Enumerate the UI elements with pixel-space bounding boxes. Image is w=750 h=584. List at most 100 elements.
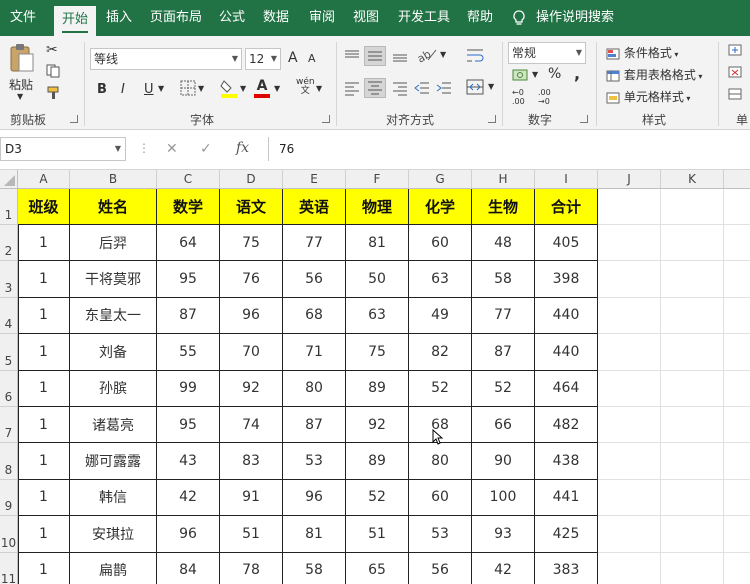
table-cell[interactable]: 438 [535,443,598,480]
table-header-cell[interactable]: 语文 [220,189,283,225]
table-cell[interactable]: 99 [157,370,220,407]
row-header-7[interactable]: 7 [0,407,18,444]
table-cell[interactable]: 440 [535,297,598,335]
number-format-dropdown[interactable]: 常规 ▼ [508,42,586,64]
table-cell[interactable]: 51 [220,516,283,553]
cut-icon[interactable]: ✂ [46,42,58,58]
table-cell[interactable]: 96 [157,516,220,553]
table-header-cell[interactable]: 英语 [283,189,346,225]
row-header-3[interactable]: 3 [0,261,18,298]
table-header-cell[interactable]: 物理 [346,189,409,225]
increase-font-size-button[interactable]: A [288,50,298,66]
font-name-dropdown[interactable]: 等线 ▼ [90,48,242,70]
column-header-j[interactable]: J [598,170,661,189]
table-cell[interactable]: 东皇太一 [70,297,157,335]
table-cell[interactable]: 100 [472,479,535,517]
bold-button[interactable]: B [97,82,107,97]
paste-button[interactable]: 粘贴 [9,76,33,93]
table-cell[interactable]: 425 [535,516,598,553]
table-cell[interactable]: 92 [220,370,283,407]
column-header-e[interactable]: E [283,170,346,189]
table-cell[interactable]: 75 [346,334,409,371]
column-header-a[interactable]: A [18,170,70,189]
row-header-11[interactable]: 11 [0,552,18,584]
table-cell[interactable]: 52 [472,370,535,407]
table-cell[interactable]: 76 [220,261,283,298]
copy-icon[interactable] [46,64,62,81]
table-cell[interactable]: 441 [535,479,598,517]
table-cell[interactable]: 1 [18,552,70,584]
table-cell[interactable]: 58 [472,261,535,298]
table-cell[interactable]: 90 [472,443,535,480]
align-center-icon[interactable] [364,78,386,98]
tell-me-search[interactable]: 操作说明搜索 [536,0,614,36]
column-header-c[interactable]: C [157,170,220,189]
table-cell[interactable]: 64 [157,225,220,262]
table-cell[interactable]: 93 [472,516,535,553]
align-bottom-icon[interactable] [392,48,408,67]
table-header-cell[interactable]: 数学 [157,189,220,225]
table-cell[interactable]: 91 [220,479,283,517]
table-cell[interactable]: 干将莫邪 [70,261,157,298]
table-cell[interactable]: 51 [346,516,409,553]
table-cell[interactable]: 韩信 [70,479,157,517]
chevron-down-icon[interactable]: ▼ [440,50,446,59]
delete-cells-icon[interactable] [728,66,742,81]
tab-page-layout[interactable]: 页面布局 [150,0,202,36]
column-header-g[interactable]: G [409,170,472,189]
tab-insert[interactable]: 插入 [106,0,132,36]
table-cell[interactable]: 48 [472,225,535,262]
table-header-cell[interactable]: 化学 [409,189,472,225]
table-cell[interactable]: 92 [346,407,409,444]
table-cell[interactable]: 50 [346,261,409,298]
tab-developer[interactable]: 开发工具 [398,0,450,36]
table-cell[interactable]: 52 [409,370,472,407]
column-header-l[interactable]: L [724,170,750,189]
font-size-dropdown[interactable]: 12 ▼ [245,48,281,70]
table-cell[interactable]: 63 [346,297,409,335]
table-cell[interactable]: 77 [472,297,535,335]
table-cell[interactable]: 66 [472,407,535,444]
align-middle-icon[interactable] [364,46,386,66]
table-cell[interactable]: 1 [18,225,70,262]
table-cell[interactable]: 96 [220,297,283,335]
table-cell[interactable]: 482 [535,407,598,444]
table-cell[interactable]: 刘备 [70,334,157,371]
cancel-icon[interactable]: ✕ [166,141,178,157]
table-header-cell[interactable]: 班级 [18,189,70,225]
table-cell[interactable]: 1 [18,516,70,553]
tab-view[interactable]: 视图 [353,0,379,36]
table-cell[interactable]: 56 [409,552,472,584]
name-box[interactable]: D3 ▼ [0,137,126,161]
table-cell[interactable]: 1 [18,443,70,480]
table-cell[interactable]: 1 [18,334,70,371]
insert-cells-icon[interactable] [728,44,742,59]
format-as-table-button[interactable]: 套用表格格式 ▾ [606,66,702,83]
drag-handle-icon[interactable]: ⋮ [138,141,150,155]
table-cell[interactable]: 84 [157,552,220,584]
table-cell[interactable]: 1 [18,407,70,444]
table-cell[interactable]: 娜可露露 [70,443,157,480]
phonetic-guide-button[interactable]: wén 文 [296,78,315,96]
table-cell[interactable]: 96 [283,479,346,517]
table-cell[interactable]: 95 [157,407,220,444]
column-header-k[interactable]: K [661,170,724,189]
decrease-font-size-button[interactable]: A [308,52,316,65]
table-cell[interactable]: 安琪拉 [70,516,157,553]
number-dialog-launcher[interactable] [580,115,588,123]
table-cell[interactable]: 87 [157,297,220,335]
row-header-2[interactable]: 2 [0,225,18,262]
borders-icon[interactable] [180,80,196,99]
wrap-text-icon[interactable] [466,46,484,67]
table-cell[interactable]: 52 [346,479,409,517]
table-cell[interactable]: 63 [409,261,472,298]
table-cell[interactable]: 53 [409,516,472,553]
table-cell[interactable]: 55 [157,334,220,371]
chevron-down-icon[interactable]: ▼ [532,70,538,79]
table-cell[interactable]: 95 [157,261,220,298]
column-header-f[interactable]: F [346,170,409,189]
table-cell[interactable]: 56 [283,261,346,298]
align-top-icon[interactable] [344,48,360,67]
alignment-dialog-launcher[interactable] [488,115,496,123]
tab-home[interactable]: 开始 [54,6,97,36]
